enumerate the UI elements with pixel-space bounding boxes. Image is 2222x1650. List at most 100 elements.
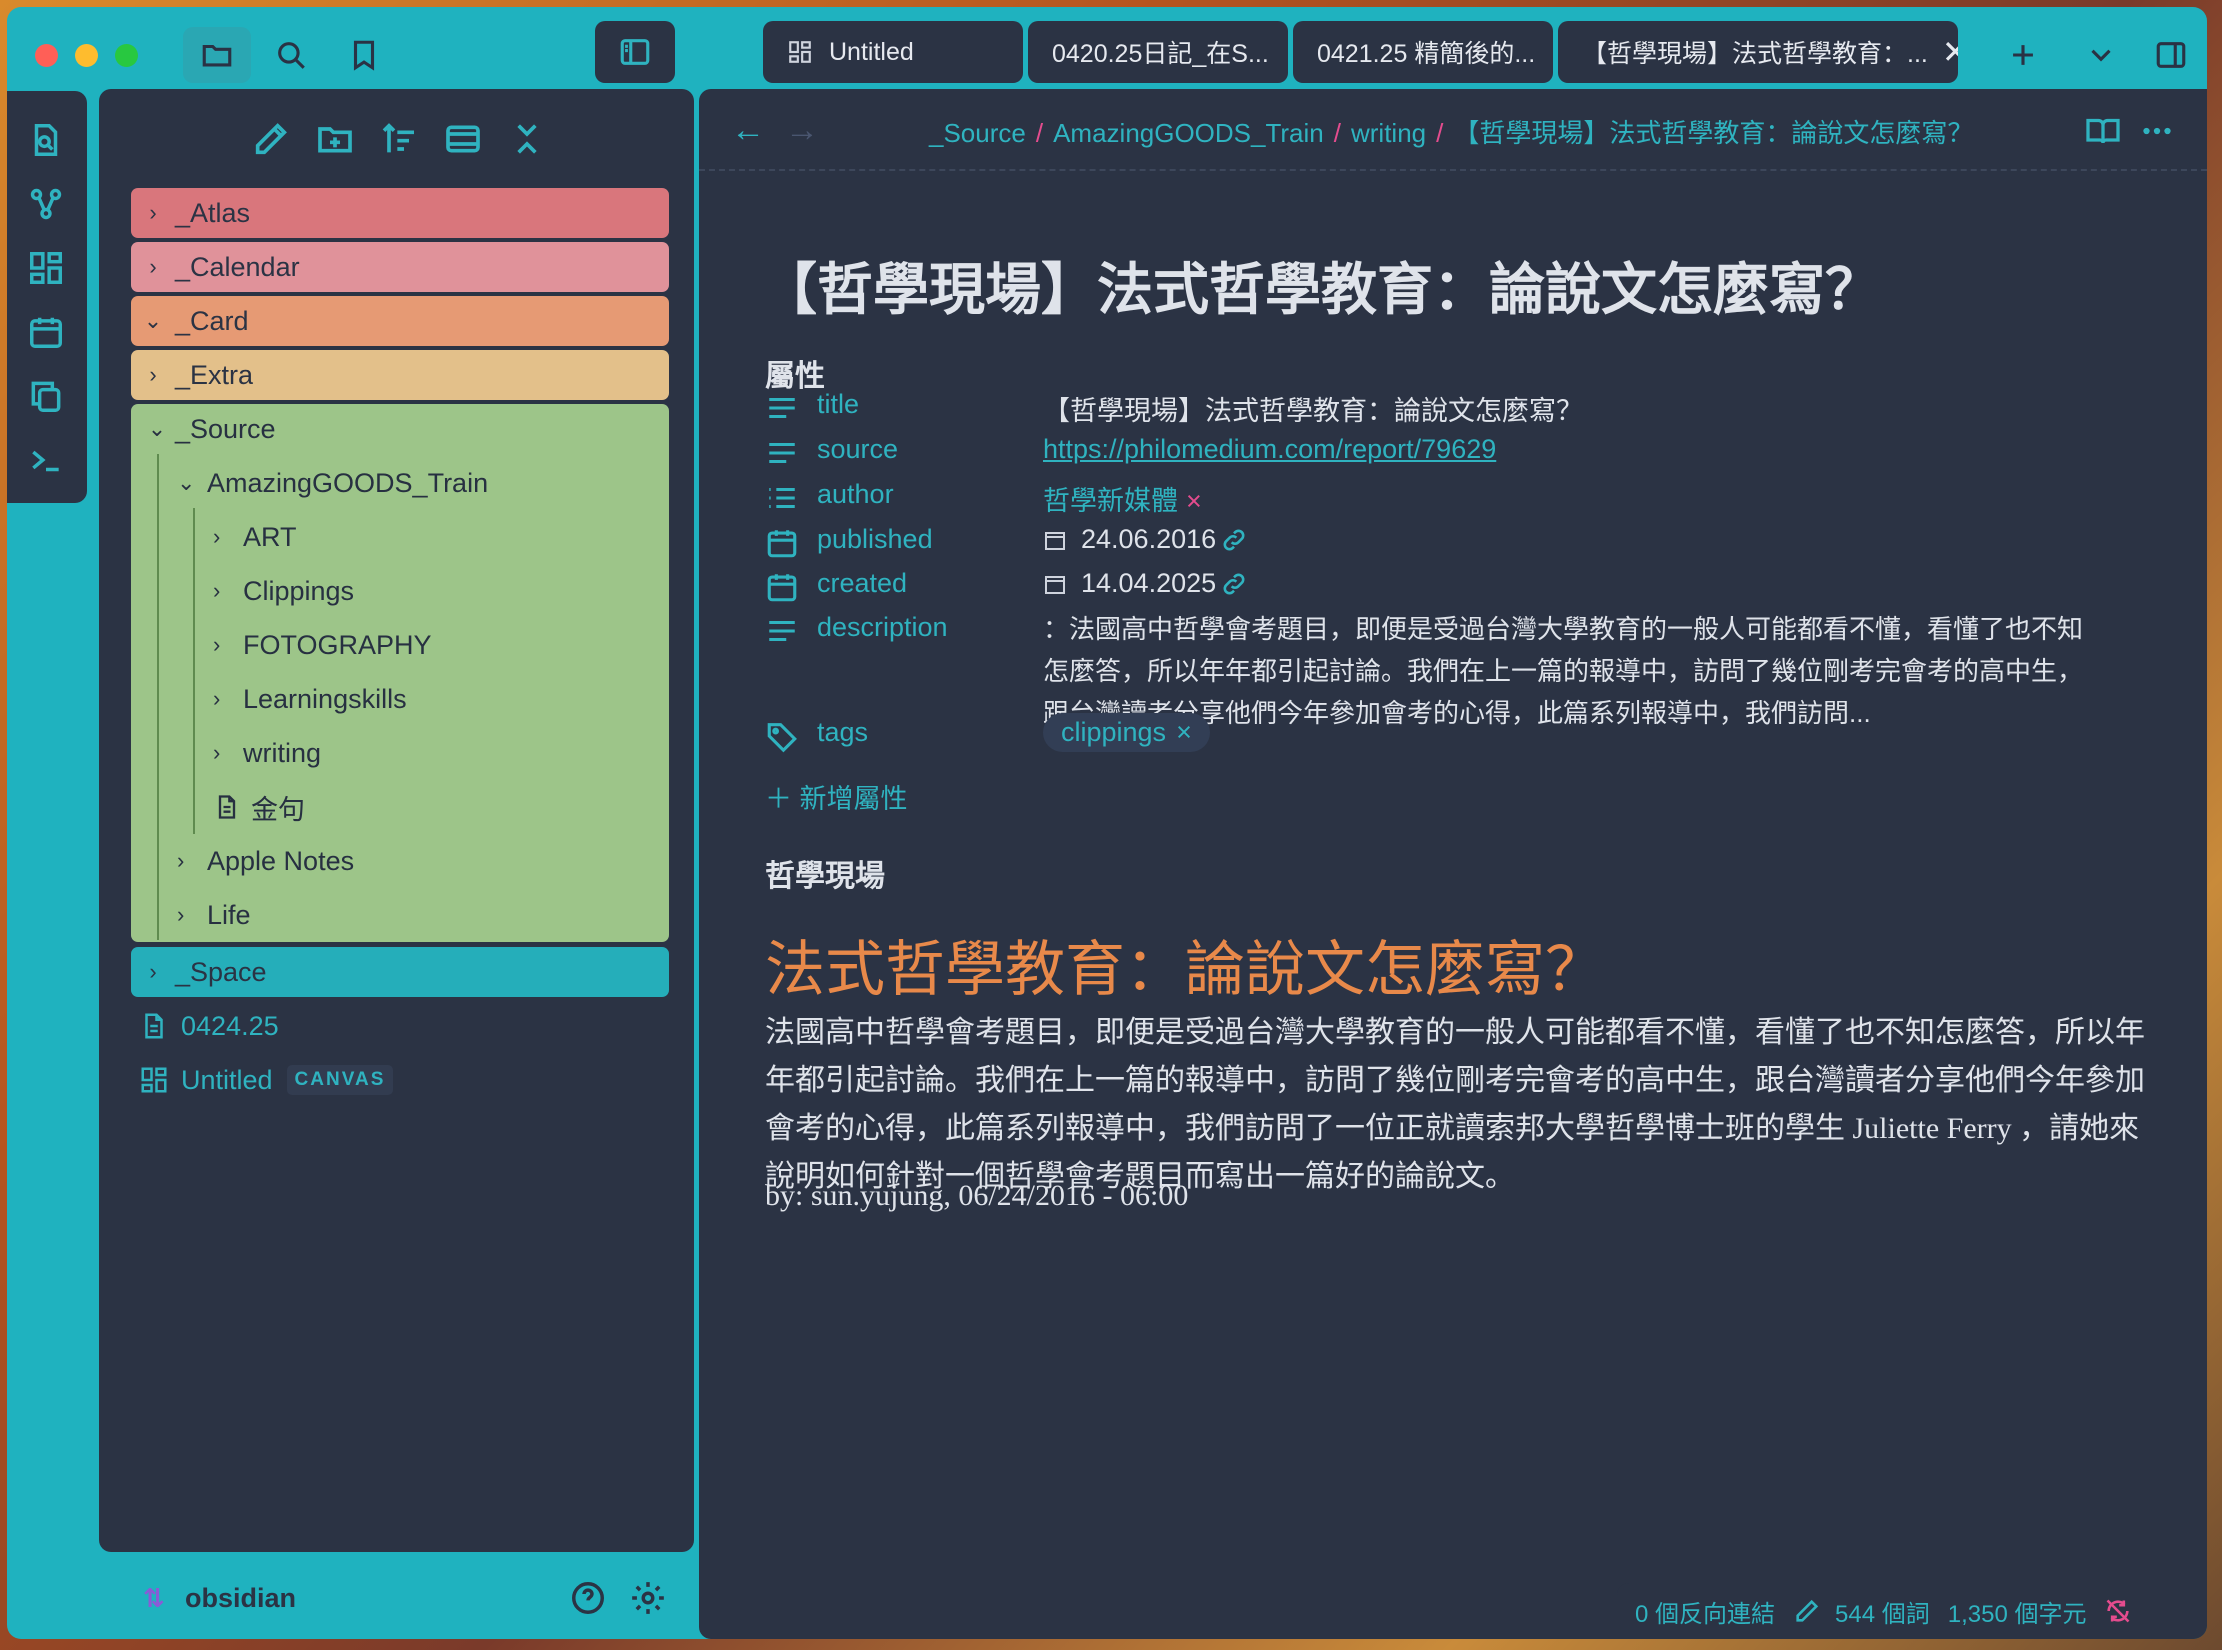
folder-art[interactable]: › ART [213, 512, 297, 562]
minimize-window-button[interactable] [75, 44, 98, 67]
file-explorer-button[interactable] [183, 27, 251, 83]
close-tab-icon[interactable]: ✕ [1928, 33, 1958, 71]
breadcrumb-item[interactable]: AmazingGOODS_Train [1053, 118, 1324, 148]
pencil-icon[interactable] [1793, 1597, 1821, 1625]
folder-card[interactable]: ⌄ _Card [131, 296, 669, 346]
bookmarks-button[interactable] [330, 27, 398, 83]
file-jinju[interactable]: 金句 [213, 782, 305, 832]
property-value-link[interactable]: https://philomedium.com/report/79629 [1043, 434, 1496, 465]
file-untitled-canvas[interactable]: Untitled CANVAS [139, 1055, 394, 1105]
char-count: 1,350 個字元 [1947, 1600, 2087, 1628]
new-note-button[interactable] [251, 119, 291, 159]
folder-writing[interactable]: › writing [213, 728, 321, 778]
graph-view-button[interactable] [27, 185, 65, 223]
sync-off-icon[interactable] [2104, 1597, 2132, 1625]
view-header: ← → _Source / AmazingGOODS_Train / writing / 【… [699, 89, 2207, 171]
settings-button[interactable] [629, 1579, 667, 1617]
new-folder-button[interactable] [315, 119, 355, 159]
toggle-right-sidebar-button[interactable] [2139, 27, 2203, 83]
sort-button[interactable] [379, 119, 419, 159]
folder-calendar[interactable]: › _Calendar [131, 242, 669, 292]
note-title[interactable]: 【哲學現場】法式哲學教育：論說文怎麼寫？ [761, 245, 1881, 326]
vault-switcher-icon[interactable]: ⇅ [143, 1583, 165, 1614]
property-key[interactable]: published [817, 524, 933, 555]
tab-untitled[interactable]: Untitled [763, 21, 1023, 83]
property-key[interactable]: source [817, 434, 898, 465]
canvas-button[interactable] [27, 249, 65, 287]
property-key[interactable]: author [817, 479, 894, 510]
section-heading[interactable]: 哲學現場 [765, 851, 885, 895]
folder-space[interactable]: › _Space [131, 947, 669, 997]
property-key[interactable]: description [817, 612, 948, 643]
property-key[interactable]: title [817, 389, 859, 420]
more-options-button[interactable] [2139, 113, 2175, 149]
file-search-icon [34, 124, 58, 156]
breadcrumb-separator: / [1333, 118, 1341, 148]
link-icon[interactable] [1220, 570, 1248, 598]
close-window-button[interactable] [35, 44, 58, 67]
property-created: created 14.04.2025 [765, 564, 2165, 610]
reading-view-button[interactable] [2085, 113, 2121, 149]
breadcrumb-item[interactable]: 【哲學現場】法式哲學教育：論說文怎麼寫？ [1453, 118, 1973, 148]
folder-atlas[interactable]: › _Atlas [131, 188, 669, 238]
property-value-date[interactable]: 24.06.2016 [1043, 524, 1248, 555]
forward-arrow-icon[interactable]: → [785, 111, 819, 150]
toggle-left-sidebar-button[interactable] [595, 21, 675, 83]
remove-icon[interactable]: × [1176, 717, 1192, 748]
vault-name[interactable]: obsidian [185, 1583, 296, 1614]
calendar-small-icon [1045, 531, 1065, 550]
templates-button[interactable] [27, 377, 65, 415]
article-byline[interactable]: by: sun.yujung, 06/24/2016 - 06:00 [765, 1179, 1188, 1213]
folder-learningskills[interactable]: › Learningskills [213, 674, 407, 724]
remove-icon[interactable]: × [1186, 486, 1202, 516]
author-pill[interactable]: 哲學新媒體 [1043, 486, 1178, 516]
tab-0420-diary[interactable]: 0420.25日記_在S... [1028, 21, 1288, 83]
folder-life[interactable]: › Life [177, 890, 251, 940]
folder-fotography[interactable]: › FOTOGRAPHY [213, 620, 432, 670]
auto-reveal-button[interactable] [443, 119, 483, 159]
tag-pill[interactable]: clippings × [1043, 713, 1210, 752]
add-property-button[interactable]: ＋ 新增屬性 [765, 777, 908, 816]
command-palette-button[interactable] [27, 441, 65, 479]
tag-icon [765, 719, 799, 753]
chevron-down-icon: ⌄ [143, 308, 163, 333]
article-paragraph[interactable]: 法國高中哲學會考題目，即便是受過台灣大學教育的一般人可能都看不懂，看懂了也不知怎… [765, 1009, 2155, 1201]
breadcrumb-separator: / [1035, 118, 1044, 148]
file-0424-25[interactable]: 0424.25 [139, 1001, 279, 1051]
property-value[interactable]: 【哲學現場】法式哲學教育：論說文怎麼寫？ [1043, 389, 1583, 428]
collapse-all-button[interactable] [507, 119, 547, 159]
folder-apple-notes[interactable]: › Apple Notes [177, 836, 354, 886]
new-tab-button[interactable] [1989, 27, 2057, 83]
property-key[interactable]: created [817, 568, 907, 599]
file-label: 金句 [251, 794, 305, 825]
article-heading[interactable]: 法式哲學教育：論說文怎麼寫？ [765, 921, 1605, 1008]
back-arrow-icon[interactable]: ← [731, 111, 765, 150]
folder-source[interactable]: ⌄ _Source [139, 404, 276, 454]
breadcrumb-item[interactable]: _Source [929, 118, 1026, 148]
zoom-window-button[interactable] [115, 44, 138, 67]
folder-label: FOTOGRAPHY [243, 629, 432, 660]
canvas-icon [141, 1067, 167, 1093]
property-value-date[interactable]: 14.04.2025 [1043, 568, 1248, 599]
tab-list-button[interactable] [2067, 27, 2135, 83]
folder-clippings[interactable]: › Clippings [213, 566, 354, 616]
property-key[interactable]: tags [817, 717, 868, 748]
folder-extra[interactable]: › _Extra [131, 350, 669, 400]
daily-note-button[interactable] [27, 313, 65, 351]
backlinks-count[interactable]: 0 個反向連結 [1635, 1594, 1775, 1629]
property-value[interactable]: 哲學新媒體 × [1043, 479, 1202, 518]
folder-amazinggoods-train[interactable]: ⌄ AmazingGOODS_Train [177, 458, 488, 508]
tab-philosophy-article[interactable]: 【哲學現場】法式哲學教育：... ✕ [1558, 21, 1958, 83]
open-quick-switcher-button[interactable] [27, 121, 65, 159]
folder-label: AmazingGOODS_Train [207, 467, 489, 498]
folder-label: Apple Notes [207, 845, 355, 876]
folder-label: _Extra [175, 359, 254, 390]
help-button[interactable] [569, 1579, 607, 1617]
link-icon[interactable] [1220, 526, 1248, 554]
add-property-label: 新增屬性 [799, 784, 908, 814]
property-tags: tags clippings × [765, 713, 2165, 759]
breadcrumb-item[interactable]: writing [1351, 118, 1426, 148]
search-button[interactable] [257, 27, 325, 83]
tab-0421-notes[interactable]: 0421.25 精簡後的... [1293, 21, 1553, 83]
sort-icon [382, 123, 414, 153]
